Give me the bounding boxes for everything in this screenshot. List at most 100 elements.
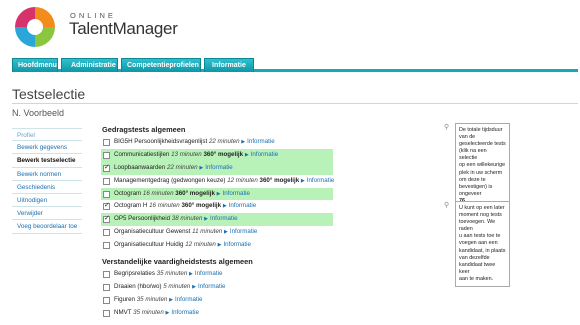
info-line: geselecteerde tests	[459, 141, 506, 148]
test-checkbox[interactable]	[103, 151, 110, 159]
arrow-right-icon: ▶	[244, 151, 249, 158]
test-duration: 12 minuten	[227, 176, 258, 184]
test-duration: 16 minuten	[142, 189, 174, 197]
arrow-right-icon: ▶	[223, 229, 228, 236]
info-link[interactable]: ▶ Informatie	[166, 309, 199, 316]
test-360-tag: 360° mogelijk	[181, 202, 222, 210]
test-checkbox[interactable]	[103, 271, 110, 279]
brand-name: TalentManager	[69, 19, 178, 38]
info-link[interactable]: ▶ Informatie	[192, 283, 225, 290]
info-line: van de	[459, 134, 476, 141]
test-360-tag: 360° mogelijk	[203, 150, 244, 158]
arrow-right-icon: ▶	[189, 271, 193, 278]
info-link-label: Informatie	[228, 202, 257, 210]
info-line: voegen aan een	[459, 240, 498, 247]
info-link-label: Informatie	[194, 270, 223, 278]
test-duration: 16 minuten	[149, 202, 180, 210]
tab-administratie[interactable]: Administratie	[61, 58, 118, 72]
info-link[interactable]: ▶ Informatie	[199, 164, 232, 171]
test-checkbox[interactable]	[103, 162, 110, 175]
sidebar-item-uitnodigen[interactable]: Uitnodigen	[12, 194, 82, 208]
sidebar-item-verwijder[interactable]: Verwijder	[12, 207, 82, 221]
info-link[interactable]: ▶ Informatie	[217, 190, 250, 197]
info-link-label: Informatie	[306, 176, 335, 184]
title-divider	[12, 103, 578, 104]
section-title: Gedragstests algemeen	[102, 125, 186, 134]
test-checkbox[interactable]	[103, 213, 110, 226]
test-checkbox[interactable]	[103, 229, 110, 237]
test-name: Organisatiecultuur Gewenst	[114, 228, 191, 236]
test-duration: 22 minuten	[208, 138, 240, 145]
info-link[interactable]: ▶ Informatie	[169, 296, 202, 303]
test-360-tag: 360° mogelijk	[259, 176, 300, 184]
test-name: Communicatiestijlen	[114, 150, 170, 158]
info-link[interactable]: ▶ Informatie	[218, 241, 251, 248]
arrow-right-icon: ▶	[192, 283, 196, 290]
tab-competentieprofielen[interactable]: Competentieprofielen	[121, 58, 201, 72]
test-checkbox[interactable]	[103, 139, 110, 146]
test-name: Octogram H	[114, 202, 148, 210]
info-line: toevoegen. We raden	[459, 219, 496, 233]
sidebar-item-voeg-beoordelaar-toe[interactable]: Voeg beoordelaar toe	[12, 220, 82, 234]
test-row: Figuren 35 minuten ▶ Informatie	[102, 294, 442, 307]
info-line: op een willekeurige	[459, 162, 506, 169]
test-duration: 35 minuten	[133, 308, 164, 316]
info-link-label: Informatie	[223, 241, 251, 249]
info-link[interactable]: ▶ Informatie	[301, 177, 334, 184]
test-checkbox[interactable]	[103, 200, 110, 213]
sidebar-item-bewerk-testselectie[interactable]: Bewerk testselectie	[12, 154, 82, 168]
info-line: kandidaat twee keer	[459, 261, 496, 275]
test-duration: 22 minuten	[167, 163, 198, 171]
info-link[interactable]: ▶ Informatie	[204, 215, 237, 222]
info-line: plek in uw scherm	[459, 169, 503, 176]
arrow-right-icon: ▶	[199, 164, 204, 171]
test-checkbox[interactable]	[103, 177, 110, 185]
info-line: u aan tests toe te	[459, 233, 501, 240]
test-checkbox[interactable]	[103, 296, 110, 304]
sidebar-item-bewerk-normen[interactable]: Bewerk normen	[12, 168, 82, 181]
sidebar-item-geschiedenis[interactable]: Geschiedenis	[12, 181, 82, 194]
info-link[interactable]: ▶ Informatie	[189, 270, 222, 277]
test-row: Draaien (hbo/wo) 5 minuten ▶ Informatie	[102, 281, 442, 294]
info-link-label: Informatie	[247, 138, 275, 145]
test-checkbox[interactable]	[103, 242, 110, 250]
test-row: Octogram 16 minuten 360° mogelijk ▶ Infor…	[101, 187, 333, 201]
info-link-label: Informatie	[174, 295, 203, 303]
test-row: Octogram H 16 minuten 360° mogelijk ▶Inf…	[102, 200, 442, 213]
arrow-right-icon: ▶	[222, 203, 227, 210]
test-checkbox[interactable]	[103, 309, 110, 317]
test-row: Begripsrelaties 35 minuten ▶ Informatie	[102, 268, 442, 281]
test-checkbox[interactable]	[103, 190, 110, 198]
arrow-right-icon: ▶	[300, 177, 305, 184]
test-name: Draaien (hbo/wo)	[114, 282, 162, 290]
info-line: van dezelfde	[459, 254, 490, 261]
tab-hoofdmenu[interactable]: Hoofdmenu	[12, 58, 58, 72]
info-link[interactable]: ▶ Informatie	[223, 202, 256, 209]
lightbulb-icon: ⚲	[444, 124, 450, 131]
info-link[interactable]: ▶ Informatie	[241, 138, 274, 145]
logo-swirl-icon	[15, 7, 55, 47]
test-name: Begripsrelaties	[114, 270, 155, 278]
info-link[interactable]: ▶ Informatie	[224, 228, 257, 235]
arrow-right-icon: ▶	[217, 242, 222, 249]
page-title: Testselectie	[12, 86, 86, 102]
candidate-name: N. Voorbeeld	[12, 108, 65, 118]
test-duration: 35 minuten	[156, 270, 188, 278]
test-duration: 5 minuten	[163, 282, 191, 290]
tab-informatie[interactable]: Informatie	[204, 58, 254, 72]
test-checkbox[interactable]	[103, 283, 110, 291]
info-link[interactable]: ▶ Informatie	[245, 151, 278, 158]
advice-info-box: U kunt op een later moment nog tests toevo…	[455, 201, 510, 288]
test-name: Organisatiecultuur Huidig	[114, 241, 184, 249]
info-link-label: Informatie	[210, 215, 238, 223]
arrow-right-icon: ▶	[169, 296, 173, 303]
main-nav: Hoofdmenu Administratie Competentieprofi…	[12, 58, 578, 72]
sidebar-item-profiel[interactable]: Profiel	[12, 128, 82, 142]
info-line: kandidaat, in plaats	[459, 247, 506, 254]
test-name: Loopbaanwaarden	[114, 163, 166, 171]
info-line: bevestigen) is	[459, 183, 493, 190]
test-360-tag: 360° mogelijk	[175, 189, 215, 197]
sidebar-item-bewerk-gegevens[interactable]: Bewerk gegevens	[12, 141, 82, 155]
test-duration: 11 minuten	[192, 228, 223, 236]
arrow-right-icon: ▶	[204, 216, 209, 223]
